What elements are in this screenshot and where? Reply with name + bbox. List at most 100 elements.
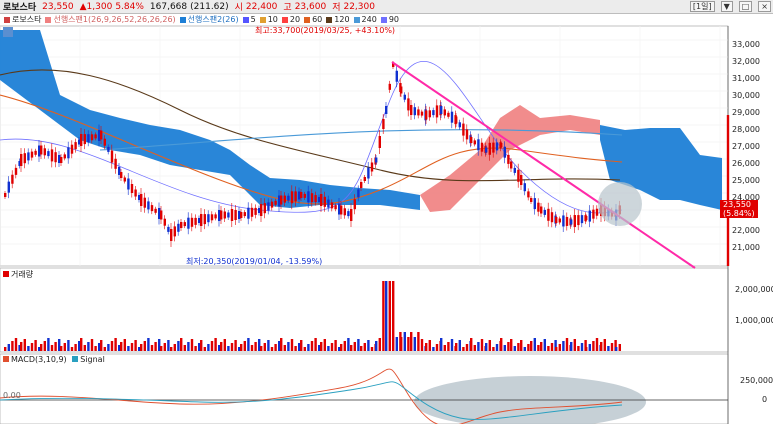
candle-body	[550, 212, 554, 223]
candle-body	[447, 112, 450, 117]
candle-body	[455, 116, 458, 124]
volume-bar	[610, 343, 614, 351]
candle-body	[170, 229, 173, 241]
volume-bar	[327, 346, 330, 351]
volume-bar	[473, 345, 476, 351]
current-price-tag-pct: (5.84%)	[723, 209, 755, 218]
volume-label[interactable]: 거래량	[11, 270, 33, 279]
volume-bar	[382, 281, 385, 351]
volume-bar	[110, 341, 114, 351]
volume-bar	[465, 344, 469, 351]
candle-body	[577, 215, 580, 226]
candle-body	[367, 167, 370, 179]
volume-bar	[314, 338, 317, 351]
volume-bar	[334, 340, 337, 351]
volume-bar	[540, 342, 543, 351]
candle-body	[227, 212, 230, 218]
candle-body	[127, 178, 130, 190]
volume-bar	[385, 281, 388, 351]
candle-body	[314, 195, 317, 203]
macd-tick: 0	[762, 395, 768, 404]
chart-settings-icon[interactable]	[3, 27, 13, 37]
volume-bar	[87, 342, 90, 351]
candle-body	[223, 211, 226, 219]
price-tick: 32,000	[732, 57, 760, 66]
volume-bar	[70, 347, 74, 351]
macd-label[interactable]: MACD(3,10,9)	[11, 355, 67, 364]
candle-body	[485, 147, 488, 153]
volume-bar	[462, 347, 465, 351]
volume-bar	[134, 340, 137, 351]
candle-body	[220, 210, 223, 220]
volume-bars	[4, 281, 621, 351]
volume-tick: 1,000,000	[735, 316, 773, 325]
candle-body	[54, 152, 57, 163]
volume-bar	[227, 346, 230, 351]
volume-bar	[577, 346, 580, 351]
volume-bar	[60, 346, 63, 351]
volume-bar	[63, 343, 66, 351]
volume-bar	[80, 338, 83, 351]
candle-body	[363, 177, 366, 181]
candle-body	[477, 139, 480, 151]
volume-bar	[40, 344, 43, 351]
candle-body	[177, 223, 180, 232]
price-highlight-circle	[598, 182, 642, 226]
volume-bar	[363, 343, 366, 351]
volume-panel-frame	[0, 267, 729, 353]
volume-bar	[207, 344, 210, 351]
candle-body	[47, 151, 50, 157]
volume-bar	[47, 338, 50, 351]
volume-bar	[447, 342, 450, 351]
volume-bar	[360, 346, 363, 351]
price-tick: 22,000	[732, 226, 760, 235]
candle-body	[173, 226, 176, 237]
candle-body	[543, 209, 546, 215]
candle-body	[34, 150, 37, 155]
volume-bar	[94, 346, 97, 351]
candle-body	[263, 203, 266, 214]
volume-bar	[43, 341, 46, 351]
candle-body	[50, 149, 54, 162]
candle-body	[23, 153, 26, 164]
volume-bar	[143, 341, 146, 351]
candle-body	[80, 134, 83, 146]
volume-bar	[83, 345, 86, 351]
candle-body	[207, 214, 210, 223]
volume-bar	[488, 340, 491, 351]
volume-bar	[615, 347, 618, 351]
volume-bar	[378, 338, 381, 351]
volume-bar	[214, 338, 217, 351]
candle-body	[290, 191, 294, 204]
candle-body	[403, 94, 406, 100]
candle-body	[107, 146, 110, 152]
volume-bar	[407, 337, 410, 351]
candle-body	[243, 212, 246, 217]
candle-body	[327, 199, 330, 208]
candle-body	[470, 137, 473, 143]
volume-bar	[455, 343, 458, 351]
volume-bar	[210, 341, 214, 351]
candle-body	[323, 196, 326, 207]
volume-bar	[588, 344, 591, 351]
volume-bar	[220, 342, 223, 351]
volume-bar	[347, 338, 350, 351]
chart-canvas[interactable]	[0, 0, 773, 424]
candle-body	[413, 107, 416, 116]
candle-body	[11, 174, 14, 184]
candle-body	[40, 145, 43, 155]
volume-bar	[370, 347, 374, 351]
volume-bar	[428, 340, 431, 351]
price-tick: 31,000	[732, 74, 760, 83]
signal-label[interactable]: Signal	[80, 355, 105, 364]
volume-bar	[388, 281, 391, 351]
volume-bar	[67, 340, 70, 351]
candle-body	[94, 134, 97, 139]
low-annotation: 최저:20,350(2019/01/04, -13.59%)	[186, 257, 323, 266]
candle-body	[70, 144, 74, 154]
candle-body	[517, 169, 520, 182]
candle-body	[200, 214, 203, 226]
macd-legend-swatch	[3, 356, 9, 362]
volume-bar	[130, 343, 134, 351]
volume-bar	[27, 346, 30, 351]
